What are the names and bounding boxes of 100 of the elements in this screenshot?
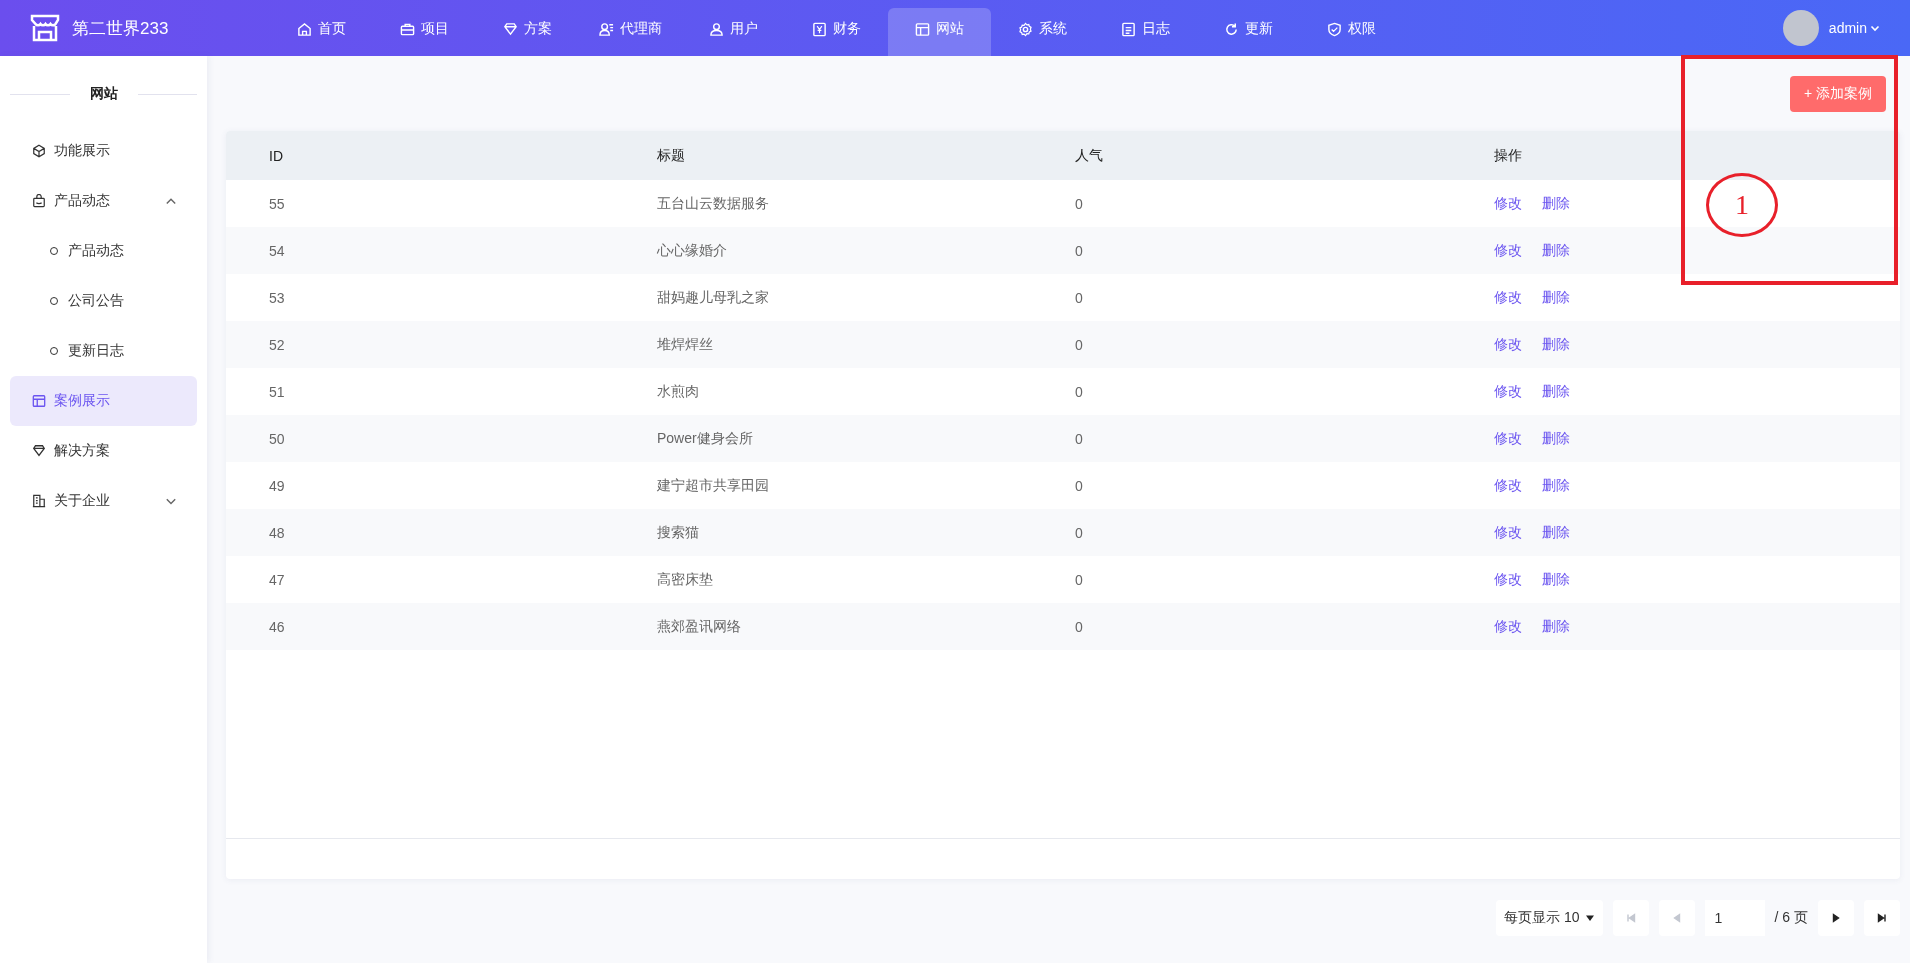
table-cell-text: 0: [1074, 289, 1084, 306]
table-cell-text: 心心缘婚介: [656, 241, 728, 260]
cube-icon: [32, 144, 46, 158]
document-icon: [1121, 21, 1136, 37]
nav-tab[interactable]: 日志: [1094, 8, 1197, 56]
edit-link[interactable]: 修改: [1494, 476, 1522, 495]
delete-link[interactable]: 删除: [1542, 617, 1570, 636]
add-case-button[interactable]: + 添加案例: [1789, 76, 1886, 112]
column-header: 操作: [1493, 146, 1523, 165]
delete-link[interactable]: 删除: [1542, 288, 1570, 307]
table-cell-text: 50: [268, 430, 286, 447]
edit-link[interactable]: 修改: [1494, 335, 1522, 354]
nav-tab[interactable]: 系统: [991, 8, 1094, 56]
sidebar-item[interactable]: 解决方案: [10, 426, 197, 476]
user-menu[interactable]: admin: [1828, 20, 1880, 36]
sidebar-subitem[interactable]: 更新日志: [10, 326, 197, 376]
sidebar-item[interactable]: 关于企业: [10, 476, 197, 526]
shield-check-icon: [1327, 21, 1342, 37]
last-page-icon: [1877, 913, 1887, 923]
column-header: 标题: [656, 146, 686, 165]
column-header: 人气: [1074, 146, 1104, 165]
last-page-button[interactable]: [1864, 900, 1900, 936]
next-icon: [1831, 913, 1841, 923]
next-page-button[interactable]: [1818, 900, 1854, 936]
edit-link[interactable]: 修改: [1494, 429, 1522, 448]
previous-icon: [1671, 913, 1682, 923]
shop-icon: [30, 14, 60, 42]
table-cell-text: 47: [268, 571, 286, 588]
sidebar-subitem[interactable]: 公司公告: [10, 276, 197, 326]
nav-tab[interactable]: 网站: [888, 8, 991, 56]
edit-link[interactable]: 修改: [1494, 382, 1522, 401]
table-cell-text: 搜索猫: [656, 523, 700, 542]
edit-link[interactable]: 修改: [1494, 194, 1522, 213]
diamond-icon: [32, 444, 46, 458]
table-cell-text: Power健身会所: [656, 429, 754, 448]
edit-link[interactable]: 修改: [1494, 523, 1522, 542]
nav-tab[interactable]: 代理商: [579, 8, 682, 56]
sidebar-subitem[interactable]: 产品动态: [10, 226, 197, 276]
edit-link[interactable]: 修改: [1494, 617, 1522, 636]
table-cell-text: 0: [1074, 383, 1084, 400]
person-list-icon: [599, 21, 614, 37]
table-cell-text: 堆焊焊丝: [656, 335, 714, 354]
sidebar-title: 网站: [89, 85, 118, 103]
table-cell-text: 高密床垫: [656, 570, 714, 589]
delete-link[interactable]: 删除: [1542, 476, 1570, 495]
table-cell-text: 0: [1074, 195, 1084, 212]
refresh-icon: [1224, 21, 1239, 37]
layout-icon: [32, 394, 46, 408]
table-cell-text: 五台山云数据服务: [656, 194, 770, 213]
sidebar-item[interactable]: 产品动态: [10, 176, 197, 226]
table-cell-text: 51: [268, 383, 286, 400]
delete-link[interactable]: 删除: [1542, 570, 1570, 589]
delete-link[interactable]: 删除: [1542, 194, 1570, 213]
delete-link[interactable]: 删除: [1542, 241, 1570, 260]
nav-tab[interactable]: 更新: [1197, 8, 1300, 56]
diamond-icon: [503, 21, 518, 37]
caret-icon: [1870, 23, 1880, 33]
brand-name: 第二世界233: [72, 17, 169, 40]
table-cell-text: 建宁超市共享田园: [656, 476, 770, 495]
table-cell-text: 49: [268, 477, 286, 494]
table-cell-text: 0: [1074, 524, 1084, 541]
nav-tab[interactable]: 项目: [373, 8, 476, 56]
table-cell-text: 0: [1074, 618, 1084, 635]
table-cell-text: 0: [1074, 336, 1084, 353]
edit-link[interactable]: 修改: [1494, 241, 1522, 260]
yen-icon: [812, 21, 827, 37]
nav-tab[interactable]: 权限: [1300, 8, 1403, 56]
table-cell-text: 48: [268, 524, 286, 541]
sidebar-item[interactable]: 案例展示: [10, 376, 197, 426]
table-cell-text: 55: [268, 195, 286, 212]
table-cell-text: 甜妈趣儿母乳之家: [656, 288, 770, 307]
page-input[interactable]: 1: [1704, 900, 1765, 936]
table-cell-text: 54: [268, 242, 286, 259]
table-cell-text: 52: [268, 336, 286, 353]
edit-link[interactable]: 修改: [1494, 288, 1522, 307]
user-icon: [709, 21, 724, 37]
table-cell-text: 53: [268, 289, 286, 306]
delete-link[interactable]: 删除: [1542, 429, 1570, 448]
page-size-select[interactable]: 每页显示 10: [1496, 900, 1603, 936]
first-page-icon: [1625, 913, 1636, 923]
caret-icon: [1584, 913, 1595, 923]
nav-tab[interactable]: 用户: [682, 8, 785, 56]
table-cell-text: 燕郊盈讯网络: [656, 617, 742, 636]
briefcase-icon: [400, 21, 415, 37]
table-cell-text: 0: [1074, 571, 1084, 588]
building-icon: [32, 494, 46, 508]
nav-tab[interactable]: 首页: [270, 8, 373, 56]
nav-tab[interactable]: 财务: [785, 8, 888, 56]
layout-icon: [915, 21, 930, 37]
bag-icon: [32, 194, 46, 208]
table-cell-text: 0: [1074, 430, 1084, 447]
delete-link[interactable]: 删除: [1542, 523, 1570, 542]
sidebar-item[interactable]: 功能展示: [10, 126, 197, 176]
avatar[interactable]: [1782, 10, 1819, 46]
page-total: / 6 页: [1774, 909, 1808, 927]
delete-link[interactable]: 删除: [1542, 382, 1570, 401]
delete-link[interactable]: 删除: [1542, 335, 1570, 354]
nav-tab[interactable]: 方案: [476, 8, 579, 56]
table-cell-text: 水煎肉: [656, 382, 700, 401]
edit-link[interactable]: 修改: [1494, 570, 1522, 589]
